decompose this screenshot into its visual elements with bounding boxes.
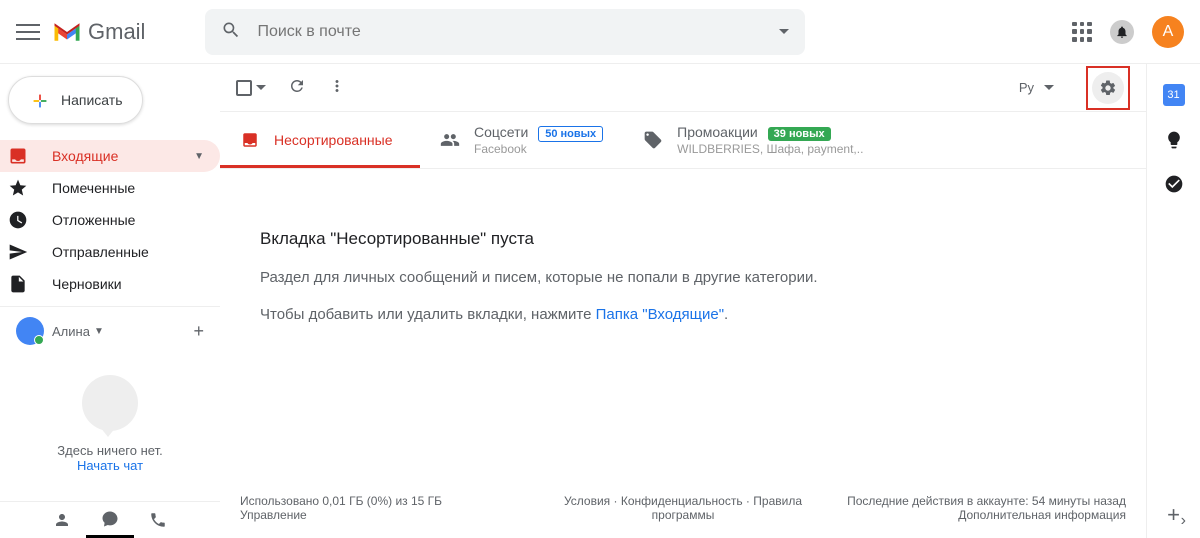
hangouts-username: Алина bbox=[52, 324, 90, 339]
lang-dropdown[interactable] bbox=[1044, 85, 1054, 90]
badge-count: 39 новых bbox=[768, 127, 831, 141]
sidebar-sent[interactable]: Отправленные bbox=[0, 236, 220, 268]
sidebar-starred[interactable]: Помеченные bbox=[0, 172, 220, 204]
empty-instructions: Чтобы добавить или удалить вкладки, нажм… bbox=[260, 306, 1106, 323]
tasks-app-icon[interactable] bbox=[1164, 174, 1184, 194]
tab-label: Несортированные bbox=[274, 132, 393, 148]
clock-icon bbox=[16, 210, 36, 230]
hangouts-empty-text: Здесь ничего нет. bbox=[10, 443, 210, 458]
hangouts-bubble-icon bbox=[82, 375, 138, 431]
search-input[interactable] bbox=[257, 23, 779, 41]
gmail-logo[interactable]: Gmail bbox=[52, 19, 145, 45]
draft-icon bbox=[16, 274, 36, 294]
compose-button[interactable]: Написать bbox=[8, 76, 143, 124]
tab-label: Соцсети bbox=[474, 124, 528, 140]
chevron-down-icon[interactable]: ▼ bbox=[94, 326, 104, 337]
input-language[interactable]: Ру bbox=[1019, 80, 1034, 95]
tab-label: Промоакции bbox=[677, 124, 758, 140]
inbox-settings-link[interactable]: Папка "Входящие" bbox=[596, 306, 724, 323]
details-link[interactable]: Дополнительная информация bbox=[831, 508, 1126, 522]
terms-link[interactable]: Условия bbox=[564, 494, 610, 508]
badge-count: 50 новых bbox=[538, 126, 603, 142]
menu-button[interactable] bbox=[16, 20, 40, 44]
notifications-icon[interactable] bbox=[1110, 20, 1134, 44]
add-addon-button[interactable]: + bbox=[1167, 502, 1180, 528]
side-panel-toggle[interactable]: › bbox=[1181, 512, 1186, 530]
manage-storage-link[interactable]: Управление bbox=[240, 508, 535, 522]
activity-text: Последние действия в аккаунте: 54 минуты… bbox=[831, 494, 1126, 508]
start-chat-link[interactable]: Начать чат bbox=[10, 458, 210, 473]
sidebar-item-label: Отправленные bbox=[52, 244, 149, 260]
tab-social[interactable]: Соцсети 50 новых Facebook bbox=[420, 112, 623, 168]
settings-button[interactable] bbox=[1092, 72, 1124, 104]
sidebar-item-label: Входящие bbox=[52, 148, 118, 164]
hangouts-contacts-tab[interactable] bbox=[38, 502, 86, 538]
hangouts-new-button[interactable]: + bbox=[193, 321, 204, 342]
chevron-down-icon: ▼ bbox=[194, 151, 204, 162]
hangouts-avatar[interactable] bbox=[16, 317, 44, 345]
sidebar-snoozed[interactable]: Отложенные bbox=[0, 204, 220, 236]
sidebar-inbox[interactable]: Входящие ▼ bbox=[0, 140, 220, 172]
sent-icon bbox=[16, 242, 36, 262]
refresh-button[interactable] bbox=[288, 77, 306, 98]
hangouts-phone-tab[interactable] bbox=[134, 502, 182, 538]
select-dropdown[interactable] bbox=[256, 85, 266, 90]
tab-primary[interactable]: Несортированные bbox=[220, 112, 420, 168]
more-options-button[interactable] bbox=[328, 77, 346, 98]
star-icon bbox=[16, 178, 36, 198]
sidebar-drafts[interactable]: Черновики bbox=[0, 268, 220, 300]
account-avatar[interactable]: А bbox=[1152, 16, 1184, 48]
select-all-checkbox[interactable] bbox=[236, 80, 252, 96]
tab-sublabel: Facebook bbox=[474, 142, 603, 156]
gmail-m-icon bbox=[52, 20, 82, 44]
hangouts-chat-tab[interactable] bbox=[86, 502, 134, 538]
social-icon bbox=[440, 130, 460, 150]
empty-title: Вкладка "Несортированные" пуста bbox=[260, 229, 1106, 249]
google-apps-icon[interactable] bbox=[1072, 22, 1092, 42]
search-bar[interactable] bbox=[205, 9, 805, 55]
storage-text: Использовано 0,01 ГБ (0%) из 15 ГБ bbox=[240, 494, 535, 508]
sidebar-item-label: Отложенные bbox=[52, 212, 135, 228]
sidebar-item-label: Помеченные bbox=[52, 180, 135, 196]
gmail-text: Gmail bbox=[88, 19, 145, 45]
plus-icon bbox=[29, 90, 49, 110]
privacy-link[interactable]: Конфиденциальность bbox=[621, 494, 743, 508]
keep-app-icon[interactable] bbox=[1164, 130, 1184, 150]
inbox-icon bbox=[16, 146, 36, 166]
search-icon bbox=[221, 20, 241, 43]
sidebar-item-label: Черновики bbox=[52, 276, 122, 292]
promotions-icon bbox=[643, 130, 663, 150]
tab-sublabel: WILDBERRIES, Шафа, payment,.. bbox=[677, 142, 863, 156]
empty-subtitle: Раздел для личных сообщений и писем, кот… bbox=[260, 269, 1106, 286]
tab-promotions[interactable]: Промоакции 39 новых WILDBERRIES, Шафа, p… bbox=[623, 112, 883, 168]
inbox-icon bbox=[240, 130, 260, 150]
compose-label: Написать bbox=[61, 92, 122, 108]
search-options-dropdown[interactable] bbox=[779, 29, 789, 34]
calendar-app-icon[interactable]: 31 bbox=[1163, 84, 1185, 106]
